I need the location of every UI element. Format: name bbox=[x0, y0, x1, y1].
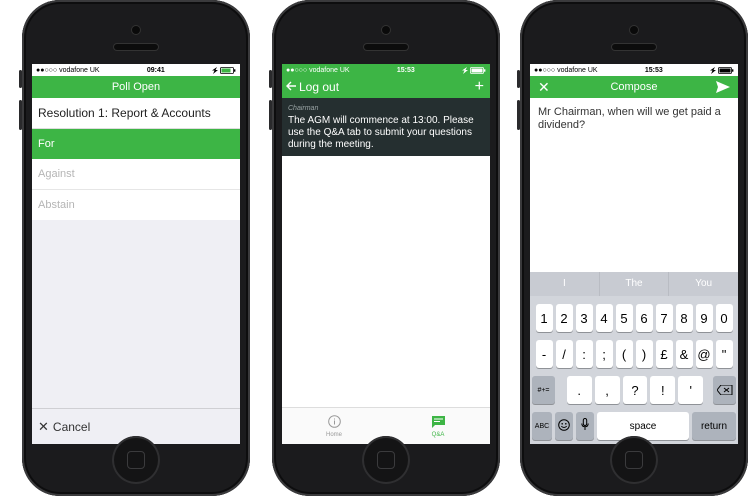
key[interactable]: @ bbox=[695, 340, 713, 368]
battery-icon bbox=[212, 66, 236, 74]
option-against[interactable]: Against bbox=[32, 159, 240, 190]
option-abstain[interactable]: Abstain bbox=[32, 190, 240, 221]
key[interactable]: 4 bbox=[595, 304, 613, 332]
key[interactable]: . bbox=[566, 376, 592, 404]
mic-key[interactable] bbox=[576, 412, 594, 440]
camera bbox=[382, 26, 390, 34]
key[interactable]: , bbox=[594, 376, 620, 404]
nav-title: Compose bbox=[610, 81, 658, 93]
key[interactable]: " bbox=[715, 340, 733, 368]
key[interactable]: £ bbox=[655, 340, 673, 368]
clock: 09:41 bbox=[146, 66, 165, 74]
key[interactable]: ? bbox=[622, 376, 648, 404]
message-text: The AGM will commence at 13:00. Please u… bbox=[288, 115, 474, 150]
key[interactable]: 6 bbox=[635, 304, 653, 332]
tab-home-label: Home bbox=[325, 431, 342, 438]
key[interactable]: / bbox=[555, 340, 573, 368]
backspace-icon bbox=[715, 383, 733, 398]
home-button[interactable] bbox=[112, 436, 160, 484]
status-bar: ●●○○○ vodafone UK 15:53 bbox=[282, 64, 490, 76]
return-key[interactable]: return bbox=[692, 412, 736, 440]
camera bbox=[630, 26, 638, 34]
tab-qa[interactable]: Q&A bbox=[386, 408, 490, 444]
abc-key[interactable]: ABC bbox=[532, 412, 552, 440]
key[interactable]: 1 bbox=[535, 304, 553, 332]
tab-qa-label: Q&A bbox=[431, 431, 445, 438]
key[interactable]: ! bbox=[650, 376, 676, 404]
chat-icon bbox=[431, 415, 445, 429]
tab-home[interactable]: Home bbox=[282, 408, 386, 444]
key[interactable]: ' bbox=[678, 376, 704, 404]
status-bar: ●●○○○ vodafone UK 15:53 bbox=[530, 64, 738, 76]
speaker bbox=[114, 44, 158, 50]
compose-field[interactable]: Mr Chairman, when will we get paid a div… bbox=[530, 98, 738, 140]
battery-icon bbox=[462, 66, 486, 74]
screen: ●●○○○ vodafone UK 09:41 Poll Open Resolu… bbox=[32, 64, 240, 444]
nav-bar: Poll Open bbox=[32, 76, 240, 98]
send-icon[interactable] bbox=[716, 81, 730, 96]
key-row-symbols: - / : ; ( ) £ & @ " bbox=[530, 340, 738, 368]
key[interactable]: : bbox=[575, 340, 593, 368]
back-arrow-icon bbox=[286, 80, 297, 94]
clock: 15:53 bbox=[396, 66, 415, 74]
home-button[interactable] bbox=[362, 436, 410, 484]
key[interactable]: ; bbox=[595, 340, 613, 368]
clock: 15:53 bbox=[644, 66, 663, 74]
backspace-key[interactable] bbox=[713, 376, 736, 404]
phone-3: ●●○○○ vodafone UK 15:53 ✕ Compose Mr Cha… bbox=[517, 0, 748, 496]
key[interactable]: 2 bbox=[555, 304, 573, 332]
suggestion[interactable]: The bbox=[600, 272, 670, 296]
screen: ●●○○○ vodafone UK 15:53 Log out + Chairm… bbox=[282, 64, 490, 444]
carrier: ●●○○○ vodafone UK bbox=[534, 66, 598, 74]
carrier: ●●○○○ vodafone UK bbox=[286, 66, 350, 74]
more-symbols-key[interactable]: #+= bbox=[532, 376, 555, 404]
speaker bbox=[364, 44, 408, 50]
keyboard: I The You 1 2 3 4 5 6 7 8 9 0 - / : ; (… bbox=[530, 272, 738, 444]
emoji-icon bbox=[558, 418, 570, 434]
logout-label: Log out bbox=[299, 80, 340, 94]
suggestion-bar: I The You bbox=[530, 272, 738, 296]
battery-icon bbox=[710, 66, 734, 74]
message-author: Chairman bbox=[288, 105, 319, 112]
suggestion[interactable]: You bbox=[669, 272, 738, 296]
info-icon bbox=[327, 415, 341, 429]
option-for[interactable]: For bbox=[32, 129, 240, 159]
status-bar: ●●○○○ vodafone UK 09:41 bbox=[32, 64, 240, 76]
microphone-icon bbox=[581, 418, 589, 434]
add-button[interactable]: + bbox=[475, 76, 484, 98]
key-row-punct: #+= . , ? ! ' bbox=[530, 376, 738, 404]
close-icon: ✕ bbox=[38, 418, 49, 434]
camera bbox=[132, 26, 140, 34]
key[interactable]: ) bbox=[635, 340, 653, 368]
nav-bar: Log out + bbox=[282, 76, 490, 98]
key[interactable]: ( bbox=[615, 340, 633, 368]
nav-bar: ✕ Compose bbox=[530, 76, 738, 98]
suggestion[interactable]: I bbox=[530, 272, 600, 296]
speaker bbox=[612, 44, 656, 50]
resolution-title: Resolution 1: Report & Accounts bbox=[32, 98, 240, 129]
phone-2: ●●○○○ vodafone UK 15:53 Log out + Chairm… bbox=[269, 0, 500, 496]
key[interactable]: 9 bbox=[695, 304, 713, 332]
nav-title: Poll Open bbox=[111, 81, 161, 93]
key[interactable]: 8 bbox=[675, 304, 693, 332]
phone-1: ●●○○○ vodafone UK 09:41 Poll Open Resolu… bbox=[19, 0, 250, 496]
carrier: ●●○○○ vodafone UK bbox=[36, 66, 100, 74]
screen: ●●○○○ vodafone UK 15:53 ✕ Compose Mr Cha… bbox=[530, 64, 738, 444]
key[interactable]: - bbox=[535, 340, 553, 368]
chairman-message: Chairman The AGM will commence at 13:00.… bbox=[282, 98, 490, 156]
key[interactable]: 7 bbox=[655, 304, 673, 332]
key[interactable]: 0 bbox=[715, 304, 733, 332]
space-key[interactable]: space bbox=[597, 412, 689, 440]
key[interactable]: 5 bbox=[615, 304, 633, 332]
key[interactable]: 3 bbox=[575, 304, 593, 332]
logout-button[interactable]: Log out bbox=[286, 76, 339, 98]
cancel-label: Cancel bbox=[52, 419, 91, 434]
close-icon[interactable]: ✕ bbox=[538, 76, 550, 98]
key[interactable]: & bbox=[675, 340, 693, 368]
emoji-key[interactable] bbox=[555, 412, 573, 440]
key-row-numbers: 1 2 3 4 5 6 7 8 9 0 bbox=[530, 304, 738, 332]
home-button[interactable] bbox=[610, 436, 658, 484]
